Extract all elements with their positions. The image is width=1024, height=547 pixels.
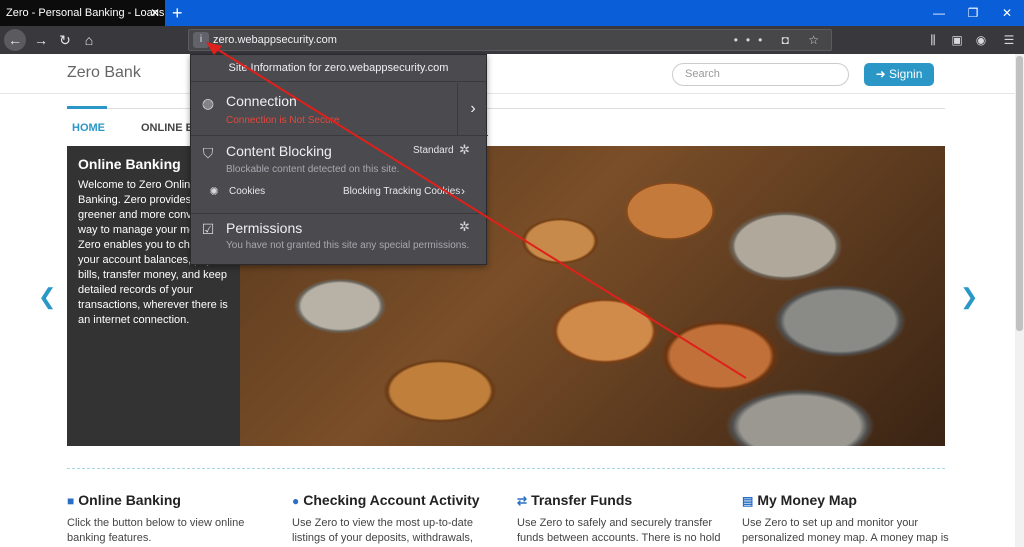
site-info-icon[interactable]: i	[193, 32, 209, 48]
nav-home[interactable]: HOME	[72, 122, 105, 134]
bookmark-icon: ■	[67, 494, 75, 508]
browser-toolbar: ← → ↻ ⌂ i zero.webappsecurity.com ••• ◘ …	[0, 26, 1024, 54]
connection-title: Connection	[226, 93, 297, 109]
site-header: Zero Bank Search ➜ Signin	[0, 54, 1024, 94]
cookies-label[interactable]: Cookies	[229, 186, 265, 197]
carousel-prev-icon[interactable]: ❮	[38, 284, 56, 310]
feature-text: Click the button below to view online ba…	[67, 517, 245, 544]
browser-tab[interactable]: Zero - Personal Banking - Loans - C	[0, 0, 165, 26]
feature-transfer-funds: ⇄ Transfer Funds Use Zero to safely and s…	[517, 492, 732, 546]
window-close-icon[interactable]: ✕	[990, 0, 1024, 26]
feature-money-map: ▤ My Money Map Use Zero to set up and mon…	[742, 492, 957, 546]
globe-icon: ◍	[201, 95, 215, 111]
gear-icon[interactable]: ✲	[459, 142, 470, 158]
restore-icon[interactable]: ❐	[956, 0, 990, 26]
connection-row[interactable]: ◍ Connection Connection is Not Secure	[191, 83, 488, 135]
signin-button[interactable]: ➜ Signin	[864, 63, 934, 86]
feature-text: Use Zero to view the most up-to-date lis…	[292, 517, 473, 544]
address-bar[interactable]: i zero.webappsecurity.com ••• ◘ ☆	[188, 29, 832, 51]
blocking-level: Standard	[413, 145, 454, 156]
forward-button[interactable]: →	[30, 29, 52, 51]
popup-header: Site Information for zero.webappsecurity…	[191, 55, 486, 82]
back-button[interactable]: ←	[4, 29, 26, 51]
reload-button[interactable]: ↻	[54, 29, 76, 51]
search-input[interactable]: Search	[672, 63, 849, 86]
feature-online-banking: ■ Online Banking Click the button below t…	[67, 492, 282, 546]
feature-title: Checking Account Activity	[303, 492, 480, 508]
permissions-subtext: You have not granted this site any speci…	[226, 240, 470, 251]
sidebar-icon[interactable]: ▣	[946, 29, 968, 51]
brand-logo[interactable]: Zero Bank	[67, 64, 141, 82]
cookie-icon: ✺	[209, 186, 219, 198]
blocking-title: Content Blocking	[226, 143, 332, 159]
permissions-title: Permissions	[226, 220, 303, 236]
new-tab-button[interactable]: +	[172, 0, 183, 26]
gear-icon[interactable]: ✲	[459, 219, 470, 235]
carousel-next-icon[interactable]: ❯	[960, 284, 978, 310]
tab-bar: Zero - Personal Banking - Loans - C ✕ + …	[0, 0, 1024, 26]
site-info-popup: Site Information for zero.webappsecurity…	[190, 54, 488, 266]
chevron-right-icon[interactable]: ›	[457, 83, 488, 135]
feature-title: My Money Map	[757, 492, 857, 508]
nav-online-banking[interactable]: ONLINE B	[141, 122, 194, 134]
list-icon: ▤	[742, 494, 754, 508]
url-text[interactable]: zero.webappsecurity.com	[213, 30, 337, 50]
signin-label: Signin	[889, 67, 923, 81]
blocking-subtext: Blockable content detected on this site.	[226, 164, 400, 175]
section-divider	[67, 468, 945, 469]
close-tab-icon[interactable]: ✕	[150, 0, 160, 26]
cookies-value[interactable]: Blocking Tracking Cookies	[343, 186, 460, 197]
permissions-section: ☑ Permissions ✲ You have not granted thi…	[191, 214, 488, 266]
feature-title: Online Banking	[78, 492, 181, 508]
web-page: Zero Bank Search ➜ Signin HOME ONLINE B …	[0, 54, 1024, 547]
account-icon[interactable]: ◉	[970, 29, 992, 51]
active-nav-indicator	[67, 106, 107, 109]
permissions-icon: ☑	[201, 221, 215, 237]
page-actions-icon[interactable]: ••• ◘ ☆	[734, 30, 827, 50]
user-icon: ●	[292, 494, 300, 508]
url-host: zero.webappsecurity.com	[213, 34, 337, 46]
connection-status: Connection is Not Secure	[226, 115, 340, 126]
shield-icon: ⛉	[202, 145, 214, 161]
shuffle-icon: ⇄	[517, 494, 528, 508]
feature-checking-activity: ● Checking Account Activity Use Zero to v…	[292, 492, 507, 546]
minimize-icon[interactable]: —	[922, 0, 956, 26]
signin-icon: ➜	[875, 67, 886, 81]
feature-text: Use Zero to safely and securely transfer…	[517, 517, 721, 544]
cookies-chevron-icon[interactable]: ›	[461, 184, 465, 198]
feature-title: Transfer Funds	[531, 492, 633, 508]
home-button[interactable]: ⌂	[78, 29, 100, 51]
tab-title: Zero - Personal Banking - Loans - C	[6, 7, 165, 19]
scrollbar-thumb[interactable]	[1016, 56, 1023, 331]
library-icon[interactable]: ⫼	[922, 29, 944, 51]
menu-icon[interactable]: ☰	[998, 29, 1020, 51]
content-blocking-section: ⛉ Content Blocking Standard ✲ Blockable …	[191, 136, 488, 213]
feature-text: Use Zero to set up and monitor your pers…	[742, 517, 949, 544]
